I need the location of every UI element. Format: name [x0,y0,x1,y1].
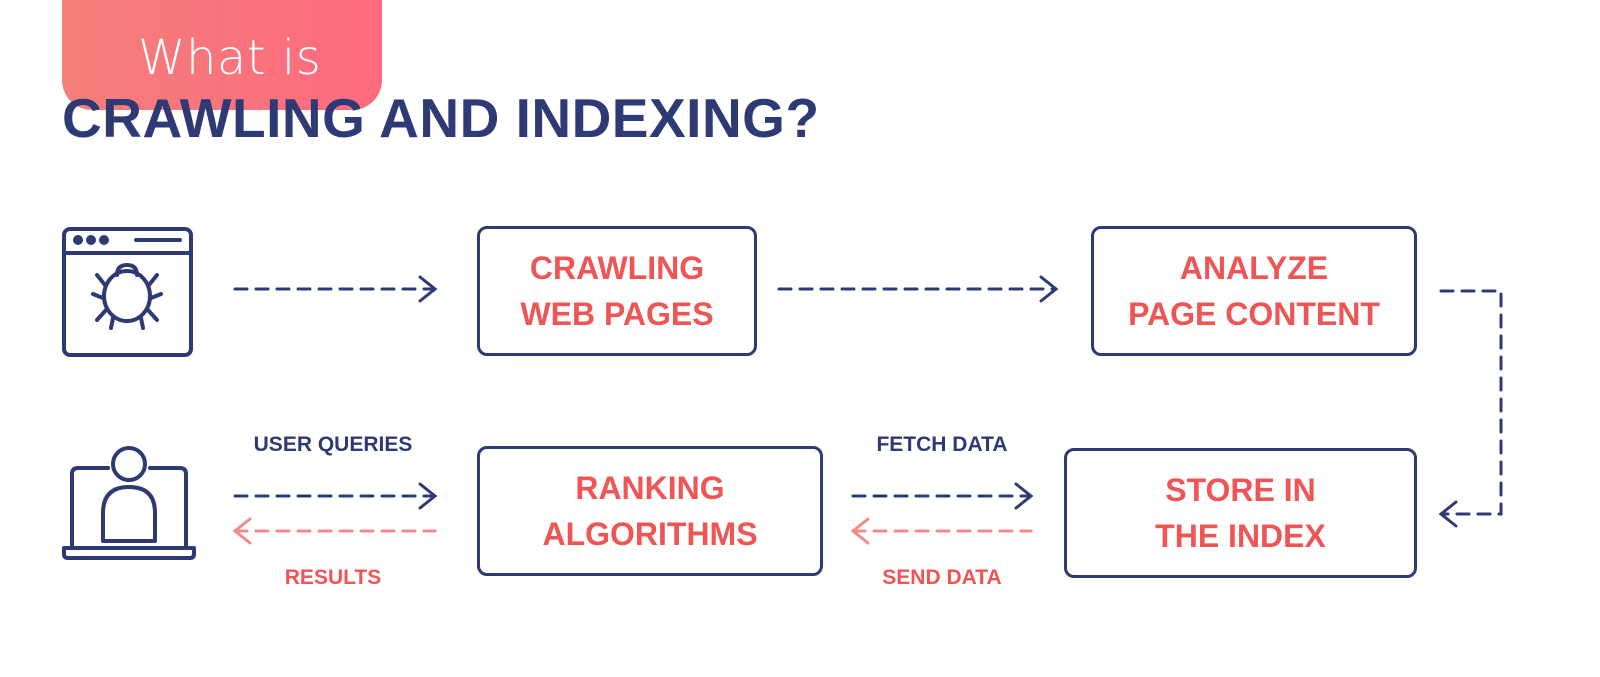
label-send-data: SEND DATA [882,566,1002,589]
arrow-send-data [850,517,1033,545]
node-label-line2: PAGE CONTENT [1128,296,1380,332]
node-label-line2: ALGORITHMS [542,516,758,552]
node-store-in-index: STORE IN THE INDEX [1064,448,1417,578]
arrow-user-queries [233,482,438,510]
node-label-line1: ANALYZE [1179,250,1329,286]
laptop-user-icon [62,446,196,560]
label-user-queries: USER QUERIES [253,433,413,456]
arrow-fetch-data [851,482,1034,510]
arrow-crawling-to-analyze [777,275,1059,303]
node-label-line1: CRAWLING [529,250,705,286]
arrow-analyze-to-store [1438,289,1503,528]
node-label-line2: THE INDEX [1155,518,1326,554]
browser-bug-icon [62,227,193,357]
node-ranking-algorithms: RANKING ALGORITHMS [477,446,823,576]
arrow-crawler-to-crawling [233,275,438,303]
node-label-line2: WEB PAGES [520,296,714,332]
node-analyze-page-content: ANALYZE PAGE CONTENT [1091,226,1417,356]
node-crawling-web-pages: CRAWLING WEB PAGES [477,226,757,356]
node-label-line1: RANKING [575,470,725,506]
node-label-line1: STORE IN [1165,472,1316,508]
arrow-results [232,517,437,545]
label-results: RESULTS [284,566,382,589]
label-fetch-data: FETCH DATA [876,433,1008,456]
